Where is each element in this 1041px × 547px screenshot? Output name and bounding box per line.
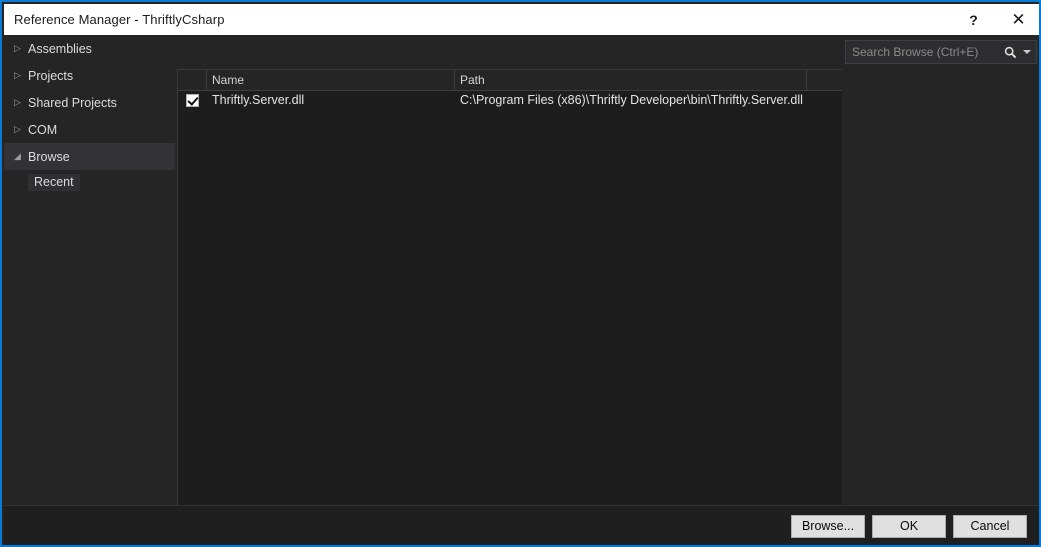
dialog-footer: Browse... OK Cancel <box>4 505 1039 545</box>
search-icon[interactable] <box>1000 46 1020 59</box>
sidebar-item-label: Shared Projects <box>28 95 117 110</box>
checkbox-icon[interactable] <box>186 93 199 107</box>
column-header-extra[interactable] <box>807 70 842 90</box>
sidebar-item-label: Browse <box>28 149 70 164</box>
chevron-right-icon: ▷ <box>14 70 21 80</box>
sidebar-item-assemblies[interactable]: ▷ Assemblies <box>4 35 175 62</box>
row-name: Thriftly.Server.dll <box>212 93 305 107</box>
browse-button[interactable]: Browse... <box>791 514 865 538</box>
help-button[interactable]: ? <box>951 4 996 35</box>
row-checkbox-cell[interactable] <box>178 93 207 107</box>
sidebar-item-label: COM <box>28 122 58 137</box>
sidebar-item-projects[interactable]: ▷ Projects <box>4 62 175 89</box>
chevron-right-icon: ▷ <box>14 97 21 107</box>
column-header-name[interactable]: Name <box>207 70 455 90</box>
cancel-button[interactable]: Cancel <box>953 514 1027 538</box>
sidebar-item-com[interactable]: ▷ COM <box>4 116 175 143</box>
search-box[interactable]: Search Browse (Ctrl+E) <box>845 40 1037 64</box>
sidebar-item-shared-projects[interactable]: ▷ Shared Projects <box>4 89 175 116</box>
sidebar-item-recent[interactable]: Recent <box>4 170 175 195</box>
search-input[interactable]: Search Browse (Ctrl+E) <box>846 45 1000 59</box>
chevron-right-icon: ▷ <box>14 43 21 53</box>
chevron-down-icon: ◢ <box>14 151 21 161</box>
title-bar[interactable]: Reference Manager - ThriftlyCsharp ? ✕ <box>4 4 1039 35</box>
sidebar-item-browse[interactable]: ◢ Browse <box>4 143 175 170</box>
chevron-down-icon[interactable] <box>1020 50 1036 54</box>
dialog-body: ▷ Assemblies ▷ Projects ▷ Shared Project… <box>4 35 1039 505</box>
ok-button[interactable]: OK <box>872 514 946 538</box>
sidebar-subitem-label: Recent <box>28 173 80 192</box>
list-header-row: Name Path <box>178 70 842 91</box>
row-path: C:\Program Files (x86)\Thriftly Develope… <box>460 93 803 107</box>
column-header-path[interactable]: Path <box>455 70 807 90</box>
close-button[interactable]: ✕ <box>996 4 1039 35</box>
column-header-check[interactable] <box>178 70 207 90</box>
sidebar-item-label: Assemblies <box>28 41 92 56</box>
chevron-right-icon: ▷ <box>14 124 21 134</box>
window-title: Reference Manager - ThriftlyCsharp <box>14 12 225 27</box>
sidebar-item-label: Projects <box>28 68 74 83</box>
reference-manager-dialog: Reference Manager - ThriftlyCsharp ? ✕ ▷… <box>0 0 1041 547</box>
reference-list: Name Path Thriftly.Server.dll C:\Program… <box>177 69 842 505</box>
sidebar: ▷ Assemblies ▷ Projects ▷ Shared Project… <box>4 35 175 505</box>
table-row[interactable]: Thriftly.Server.dll C:\Program Files (x8… <box>178 91 842 109</box>
